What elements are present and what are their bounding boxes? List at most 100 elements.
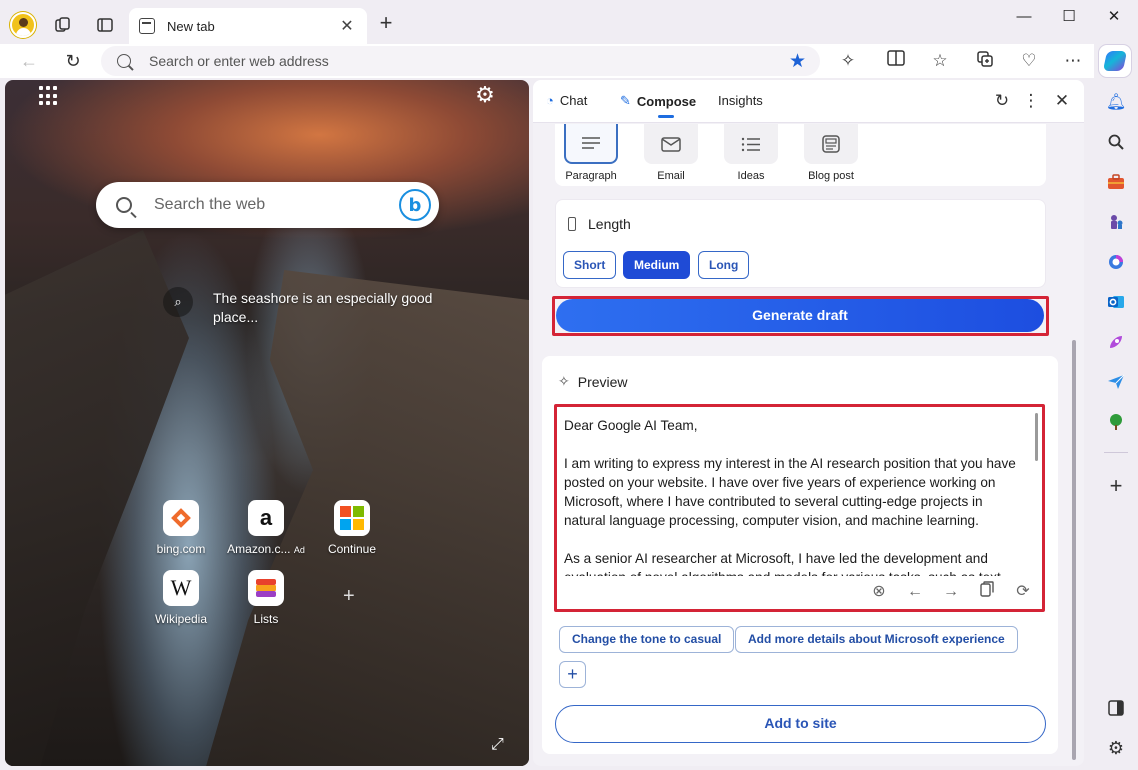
hide-sidebar-icon[interactable] — [1104, 696, 1128, 720]
compose-pen-icon: ✎ — [620, 93, 631, 108]
tree-icon[interactable] — [1104, 410, 1128, 434]
format-paragraph[interactable]: Paragraph — [564, 124, 618, 182]
quick-link-amazon[interactable]: a Amazon.c... Ad — [224, 500, 308, 556]
add-quick-link-icon[interactable]: + — [343, 585, 355, 608]
blog-post-icon — [804, 124, 858, 164]
format-label: Paragraph — [565, 170, 617, 182]
notifications-bell-icon[interactable]: 🔔︎ — [1104, 90, 1128, 114]
previous-arrow-icon[interactable]: ← — [904, 581, 926, 603]
next-arrow-icon[interactable]: → — [940, 581, 962, 603]
preview-scrollbar[interactable] — [1035, 413, 1038, 461]
back-arrow-icon[interactable]: ← — [16, 49, 42, 73]
add-sidebar-app-icon[interactable]: + — [1104, 473, 1128, 498]
amazon-favicon-icon: a — [248, 500, 284, 536]
collections-icon[interactable] — [973, 50, 997, 72]
format-label: Email — [657, 170, 685, 182]
toolbar: ← ↻ ★ ✧ ☆ ♡ ⋯ — [0, 44, 1094, 78]
settings-more-icon[interactable]: ⋯ — [1061, 50, 1085, 72]
favorites-icon[interactable]: ☆ — [928, 50, 952, 72]
app-launcher-icon[interactable] — [39, 86, 59, 106]
bing-chat-icon[interactable]: b — [399, 189, 431, 221]
close-pane-icon[interactable]: ✕ — [1051, 91, 1073, 111]
minimize-icon[interactable]: — — [1001, 6, 1047, 28]
close-window-icon[interactable]: ✕ — [1091, 6, 1137, 28]
tab-compose[interactable]: ✎ Compose — [620, 93, 696, 118]
length-heading: Length — [568, 216, 631, 232]
length-short-button[interactable]: Short — [563, 251, 617, 279]
copy-icon[interactable] — [976, 581, 998, 603]
preview-text: Dear Google AI Team, I am writing to exp… — [564, 416, 1024, 576]
shopping-briefcase-icon[interactable] — [1104, 170, 1128, 194]
quick-link-wikipedia[interactable]: W Wikipedia — [139, 570, 223, 626]
close-tab-icon[interactable]: ✕ — [337, 16, 357, 36]
format-label: Ideas — [737, 170, 765, 182]
outlook-icon[interactable] — [1104, 290, 1128, 314]
lists-favicon-icon — [248, 570, 284, 606]
generate-draft-button[interactable]: Generate draft — [556, 299, 1044, 332]
tile-label: Amazon.c... — [227, 542, 291, 556]
web-search-box[interactable]: Search the web b — [96, 182, 439, 228]
format-label: Blog post — [808, 170, 854, 182]
tab-insights[interactable]: Insights — [718, 93, 763, 108]
image-info-search-icon[interactable]: ⌕ — [163, 287, 193, 317]
background-rocks-left — [5, 230, 189, 766]
image-caption[interactable]: The seashore is an especially good place… — [213, 289, 443, 327]
format-email[interactable]: Email — [644, 124, 698, 182]
maximize-icon[interactable]: ☐ — [1046, 6, 1092, 28]
copilot-button[interactable] — [1099, 45, 1131, 77]
stop-circle-x-icon[interactable]: ⊗ — [868, 581, 890, 603]
length-medium-button[interactable]: Medium — [623, 251, 691, 279]
length-long-button[interactable]: Long — [698, 251, 750, 279]
suggestion-casual-tone[interactable]: Change the tone to casual — [559, 626, 735, 653]
length-title: Length — [588, 216, 631, 232]
more-options-icon[interactable]: ⋮ — [1020, 91, 1042, 111]
preview-paragraph: I am writing to express my interest in t… — [564, 456, 1016, 528]
web-search-icon — [116, 197, 132, 213]
tab-actions-icon[interactable] — [92, 12, 118, 38]
tile-label: Lists — [253, 612, 279, 626]
regenerate-icon[interactable]: ⟳ — [1012, 581, 1034, 603]
sidebar-settings-gear-icon[interactable]: ⚙ — [1104, 736, 1128, 760]
active-tab-indicator — [658, 115, 674, 118]
microsoft-365-icon[interactable] — [1104, 250, 1128, 274]
games-chess-icon[interactable] — [1104, 210, 1128, 234]
pane-scrollbar[interactable] — [1072, 340, 1076, 760]
preview-text-area[interactable]: Dear Google AI Team, I am writing to exp… — [557, 407, 1042, 609]
search-sidebar-icon[interactable] — [1104, 130, 1128, 154]
quick-link-lists[interactable]: Lists — [224, 570, 308, 626]
new-tab-page: ⚙ Search the web b ⌕ The seashore is an … — [5, 80, 529, 766]
search-icon — [117, 54, 131, 68]
sidebar-divider — [1104, 452, 1128, 453]
profile-avatar[interactable] — [10, 12, 36, 38]
web-search-placeholder: Search the web — [154, 196, 266, 213]
address-bar[interactable]: ★ — [101, 46, 820, 76]
browser-essentials-icon[interactable]: ♡ — [1017, 50, 1041, 72]
address-input[interactable] — [149, 53, 749, 69]
format-blog-post[interactable]: Blog post — [804, 124, 858, 182]
preview-title: Preview — [577, 373, 628, 390]
tab-chat[interactable]: ◔ Chat — [546, 93, 587, 108]
more-suggestions-plus-icon[interactable]: + — [559, 661, 586, 688]
tab-title: New tab — [167, 18, 215, 34]
tab-new-tab[interactable]: New tab ✕ — [129, 8, 367, 44]
favorite-star-icon[interactable]: ★ — [789, 50, 806, 73]
page-settings-gear-icon[interactable]: ⚙ — [473, 83, 497, 107]
quick-link-bing[interactable]: bing.com — [139, 500, 223, 556]
designer-icon[interactable] — [1104, 330, 1128, 354]
fullscreen-expand-icon[interactable]: ⤢ — [491, 736, 504, 754]
ad-badge: Ad — [293, 545, 305, 555]
preview-paragraph: As a senior AI researcher at Microsoft, … — [564, 551, 1001, 576]
quick-link-continue[interactable]: Continue — [310, 500, 394, 556]
add-to-site-button[interactable]: Add to site — [555, 705, 1046, 743]
split-screen-icon[interactable] — [884, 50, 908, 72]
refresh-pane-icon[interactable]: ↻ — [991, 91, 1013, 111]
send-drop-icon[interactable] — [1104, 370, 1128, 394]
workspaces-icon[interactable] — [50, 12, 76, 38]
suggestion-microsoft-details[interactable]: Add more details about Microsoft experie… — [735, 626, 1018, 653]
extensions-icon[interactable]: ✧ — [836, 50, 860, 72]
title-bar: New tab ✕ + — ☐ ✕ — [0, 0, 1138, 44]
refresh-icon[interactable]: ↻ — [60, 49, 86, 73]
format-ideas[interactable]: Ideas — [724, 124, 778, 182]
new-tab-button[interactable]: + — [375, 12, 397, 35]
length-card: Length Short Medium Long — [555, 199, 1046, 288]
